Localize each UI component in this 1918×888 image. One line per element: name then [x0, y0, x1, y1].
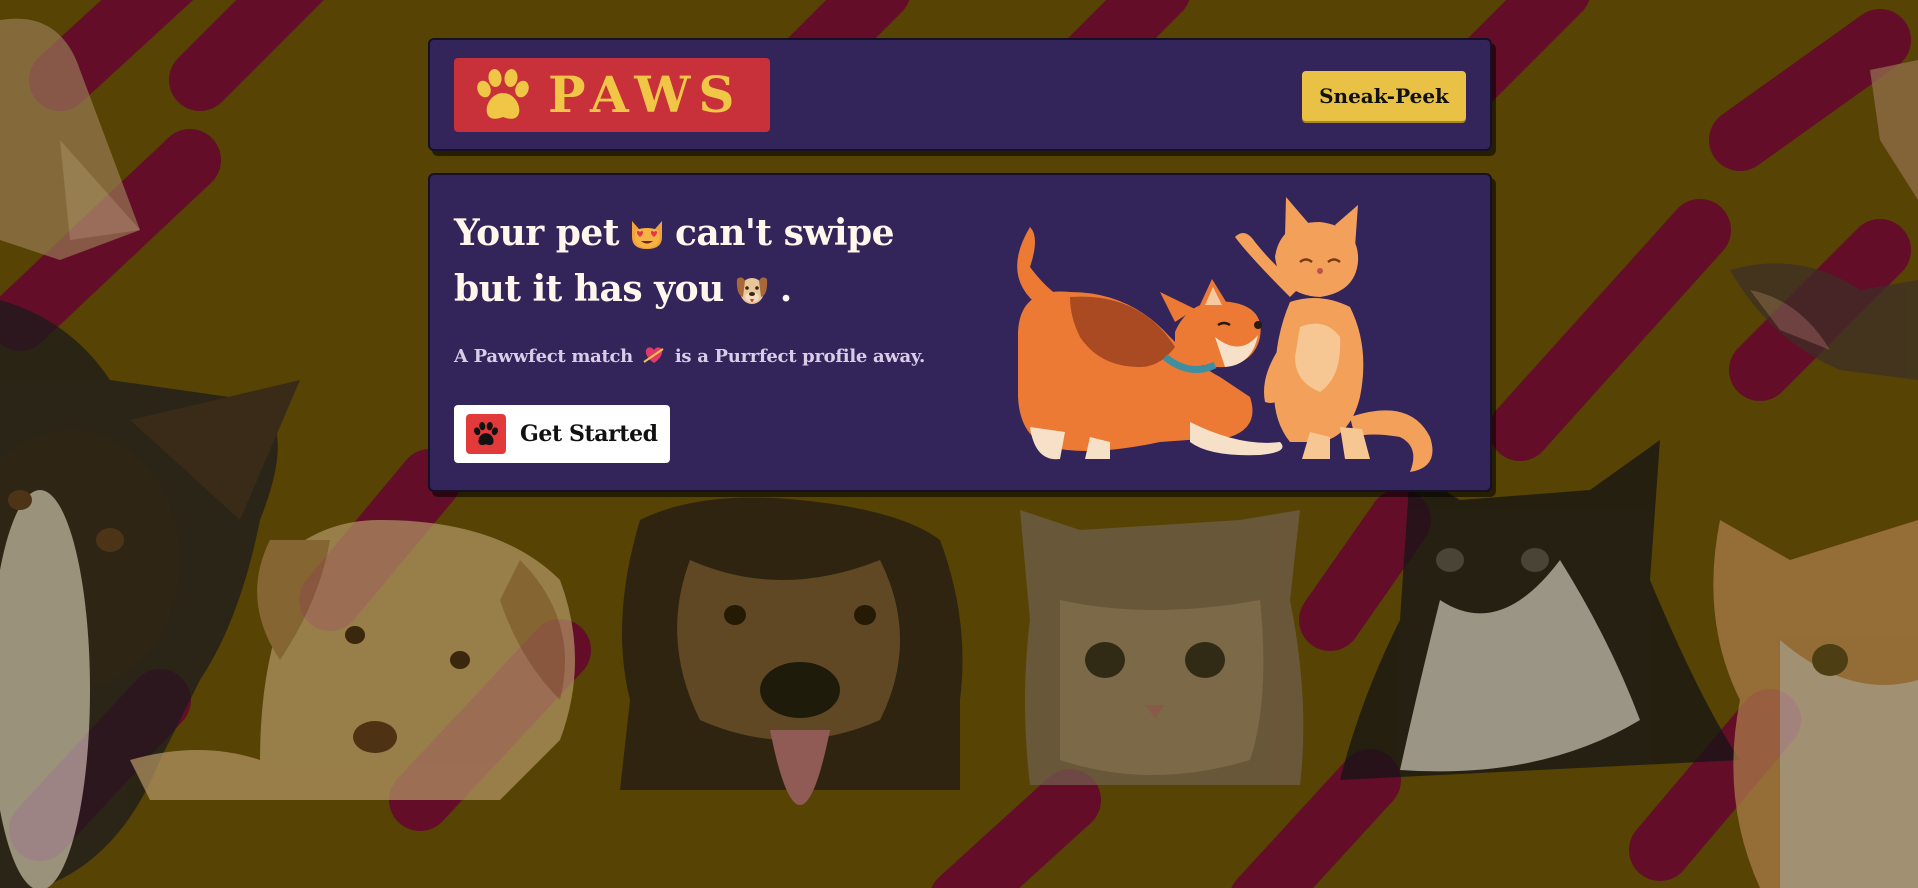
- tagline-part1: A Pawwfect match: [454, 346, 633, 367]
- headline-part2: can't swipe: [674, 212, 895, 254]
- logo[interactable]: PAWS: [454, 58, 770, 132]
- get-started-button[interactable]: Get Started: [454, 405, 670, 463]
- paw-icon: [477, 69, 529, 119]
- dog-face-emoji: [736, 277, 767, 304]
- logo-text: PAWS: [548, 65, 743, 124]
- hero-card: Your pet can't swipe but it has you . A …: [428, 173, 1492, 492]
- headline-part3: but it has you: [454, 268, 724, 310]
- headline-part1: Your pet: [454, 212, 619, 254]
- heart-eyes-cat-emoji: [631, 221, 662, 249]
- headline-part4: .: [779, 268, 793, 310]
- tagline-part2: is a Purrfect profile away.: [674, 346, 925, 367]
- get-started-label: Get Started: [520, 421, 658, 447]
- paw-icon: [466, 414, 506, 454]
- dog-and-cat-playing-illustration: [1017, 197, 1433, 472]
- sneak-peek-button[interactable]: Sneak-Peek: [1302, 71, 1466, 121]
- header-bar: PAWS Sneak-Peek: [428, 38, 1492, 151]
- hero-headline: Your pet can't swipe but it has you .: [454, 205, 974, 317]
- hero-tagline: A Pawwfect match is a Purrfect profile a…: [454, 345, 925, 367]
- heart-arrow-emoji: [643, 347, 664, 363]
